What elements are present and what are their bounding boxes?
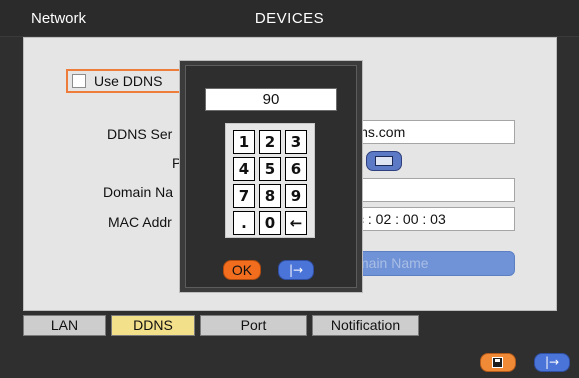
exit-button[interactable]: |→ <box>534 353 570 372</box>
key-1[interactable]: 1 <box>233 130 255 154</box>
key-4[interactable]: 4 <box>233 157 255 181</box>
ddns-server-label: DDNS Ser <box>107 126 173 142</box>
check-domain-name-button[interactable]: main Name <box>344 251 515 276</box>
tab-notification[interactable]: Notification <box>312 315 419 336</box>
domain-name-label: Domain Na <box>103 184 174 200</box>
tab-lan[interactable]: LAN <box>23 315 106 336</box>
mac-address-field: c : 02 : 00 : 03 <box>344 207 515 231</box>
virtual-keyboard-button[interactable] <box>366 151 402 171</box>
save-button[interactable] <box>480 353 516 372</box>
key-2[interactable]: 2 <box>259 130 281 154</box>
use-ddns-label: Use DDNS <box>94 73 163 89</box>
keypad-ok-button[interactable]: OK <box>223 260 261 280</box>
tab-bar: LAN DDNS Port Notification <box>23 315 555 336</box>
title-bar: Network DEVICES <box>0 0 579 37</box>
keypad-display: 90 <box>205 88 337 111</box>
keyboard-icon <box>375 156 393 166</box>
mac-address-label: MAC Addr <box>108 214 172 230</box>
key-7[interactable]: 7 <box>233 184 255 208</box>
save-icon <box>492 357 503 368</box>
tab-port[interactable]: Port <box>200 315 307 336</box>
page-title: DEVICES <box>254 10 325 27</box>
key-backspace[interactable]: ← <box>285 211 307 235</box>
use-ddns-toggle[interactable]: Use DDNS <box>66 69 190 93</box>
key-8[interactable]: 8 <box>259 184 281 208</box>
key-decimal[interactable]: . <box>233 211 255 235</box>
tab-ddns[interactable]: DDNS <box>111 315 195 336</box>
key-5[interactable]: 5 <box>259 157 281 181</box>
key-0[interactable]: 0 <box>259 211 281 235</box>
key-3[interactable]: 3 <box>285 130 307 154</box>
key-9[interactable]: 9 <box>285 184 307 208</box>
keypad-cancel-button[interactable]: |→ <box>278 260 314 280</box>
domain-name-field[interactable] <box>344 178 515 202</box>
ddns-server-field[interactable]: lns.com <box>344 120 515 144</box>
key-6[interactable]: 6 <box>285 157 307 181</box>
use-ddns-checkbox[interactable] <box>72 74 86 88</box>
